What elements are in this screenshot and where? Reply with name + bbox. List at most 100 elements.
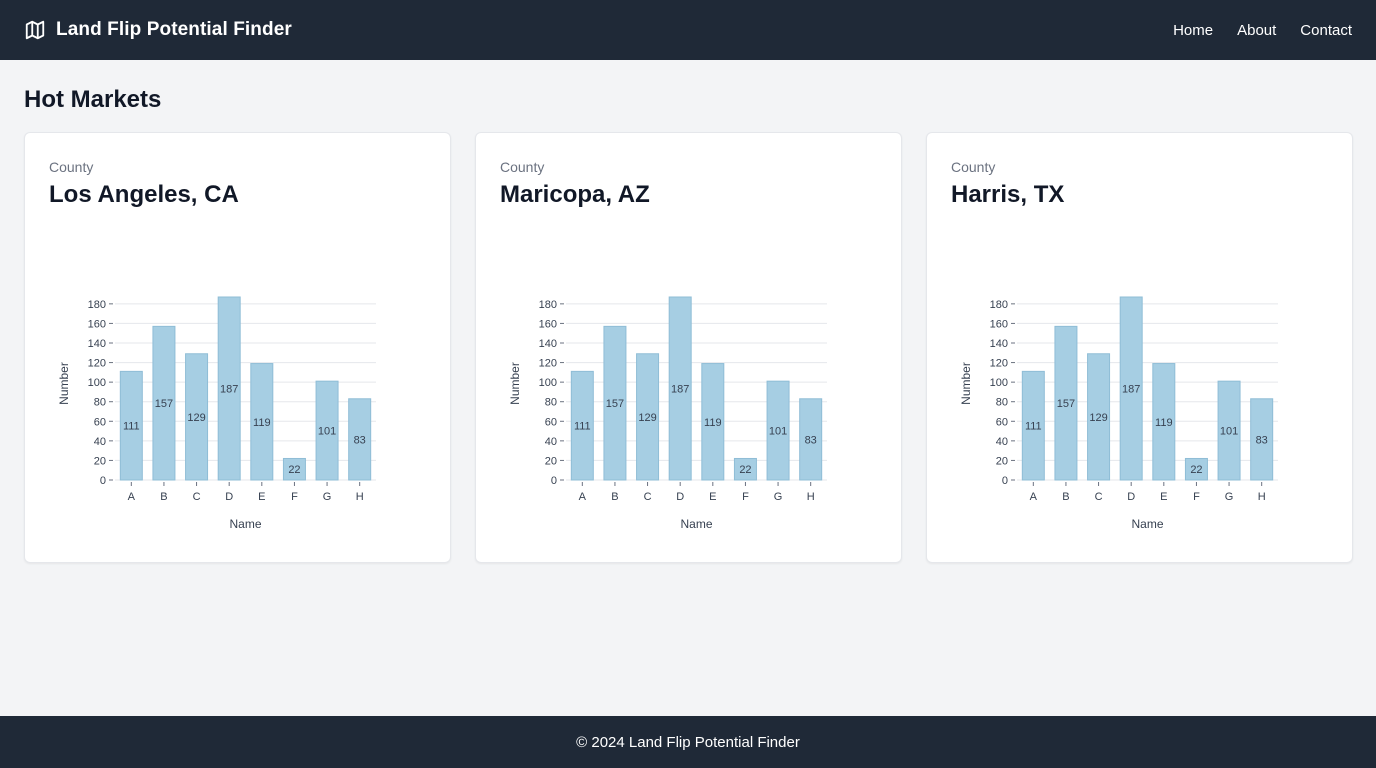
y-tick-label: 60 bbox=[545, 416, 557, 428]
bar-value-label: 157 bbox=[155, 398, 173, 410]
bar-chart: 0 20 40 60 80 100 120 140 160 180 111 A 157 B 129 C 187 D… bbox=[959, 296, 1278, 531]
bar-value-label: 101 bbox=[318, 426, 336, 438]
bar-value-label: 187 bbox=[220, 384, 238, 396]
x-tick-label: H bbox=[356, 491, 364, 503]
bar-value-label: 101 bbox=[769, 426, 787, 438]
y-tick-label: 20 bbox=[996, 455, 1008, 467]
y-tick-label: 80 bbox=[94, 397, 106, 409]
bar-value-label: 22 bbox=[1190, 464, 1202, 476]
x-tick-label: G bbox=[323, 491, 332, 503]
x-tick-label: E bbox=[258, 491, 265, 503]
bar-value-label: 187 bbox=[1122, 384, 1140, 396]
x-tick-label: H bbox=[1258, 491, 1266, 503]
map-icon bbox=[24, 19, 46, 41]
y-tick-label: 160 bbox=[88, 318, 106, 330]
y-tick-label: 120 bbox=[88, 358, 106, 370]
x-tick-label: D bbox=[225, 491, 233, 503]
y-tick-label: 120 bbox=[539, 358, 557, 370]
bar-chart: 0 20 40 60 80 100 120 140 160 180 111 A 157 B 129 C 187 D… bbox=[57, 296, 376, 531]
y-tick-label: 60 bbox=[94, 416, 106, 428]
y-tick-label: 160 bbox=[990, 318, 1008, 330]
y-axis-title: Number bbox=[57, 362, 71, 405]
y-tick-label: 160 bbox=[539, 318, 557, 330]
x-tick-label: F bbox=[1193, 491, 1200, 503]
x-tick-label: H bbox=[807, 491, 815, 503]
x-tick-label: B bbox=[160, 491, 167, 503]
y-tick-label: 40 bbox=[545, 436, 557, 448]
y-tick-label: 80 bbox=[545, 397, 557, 409]
y-tick-label: 0 bbox=[1002, 475, 1008, 487]
bar-value-label: 22 bbox=[288, 464, 300, 476]
nav-links: Home About Contact bbox=[1173, 22, 1352, 39]
y-tick-label: 40 bbox=[94, 436, 106, 448]
y-tick-label: 100 bbox=[88, 377, 106, 389]
x-tick-label: C bbox=[644, 491, 652, 503]
x-tick-label: D bbox=[676, 491, 684, 503]
x-axis-title: Name bbox=[680, 517, 712, 531]
bar-value-label: 101 bbox=[1220, 426, 1238, 438]
card-title: Maricopa, AZ bbox=[500, 181, 650, 208]
x-tick-label: B bbox=[611, 491, 618, 503]
top-navbar: Land Flip Potential Finder Home About Co… bbox=[0, 0, 1376, 60]
page-title: Hot Markets bbox=[24, 86, 162, 113]
y-tick-label: 100 bbox=[990, 377, 1008, 389]
market-cards: County Los Angeles, CA 0 20 40 60 80 100 120 14… bbox=[24, 132, 1353, 563]
bar-value-label: 129 bbox=[1089, 412, 1107, 424]
brand[interactable]: Land Flip Potential Finder bbox=[24, 19, 292, 41]
nav-link-contact[interactable]: Contact bbox=[1300, 22, 1352, 39]
bar-value-label: 187 bbox=[671, 384, 689, 396]
x-tick-label: C bbox=[193, 491, 201, 503]
y-tick-label: 80 bbox=[996, 397, 1008, 409]
x-tick-label: A bbox=[128, 491, 136, 503]
y-axis-title: Number bbox=[959, 362, 973, 405]
bar-value-label: 119 bbox=[1155, 417, 1173, 429]
bar-value-label: 129 bbox=[638, 412, 656, 424]
y-tick-label: 100 bbox=[539, 377, 557, 389]
x-tick-label: A bbox=[579, 491, 587, 503]
x-tick-label: B bbox=[1062, 491, 1069, 503]
y-tick-label: 180 bbox=[88, 299, 106, 311]
y-tick-label: 20 bbox=[94, 455, 106, 467]
bar-value-label: 129 bbox=[187, 412, 205, 424]
y-tick-label: 0 bbox=[551, 475, 557, 487]
market-card: County Maricopa, AZ 0 20 40 60 80 100 120 140 16… bbox=[475, 132, 902, 563]
card-title: Los Angeles, CA bbox=[49, 181, 239, 208]
bar-value-label: 157 bbox=[606, 398, 624, 410]
bar-value-label: 119 bbox=[704, 417, 722, 429]
bar-value-label: 111 bbox=[574, 421, 591, 433]
x-axis-title: Name bbox=[1131, 517, 1163, 531]
x-axis-title: Name bbox=[229, 517, 261, 531]
x-tick-label: E bbox=[1160, 491, 1167, 503]
y-tick-label: 180 bbox=[539, 299, 557, 311]
bar-value-label: 83 bbox=[354, 434, 366, 446]
bar-value-label: 111 bbox=[1025, 421, 1042, 433]
card-kicker: County bbox=[49, 159, 94, 175]
y-tick-label: 180 bbox=[990, 299, 1008, 311]
x-tick-label: G bbox=[774, 491, 783, 503]
x-tick-label: F bbox=[742, 491, 749, 503]
y-tick-label: 120 bbox=[990, 358, 1008, 370]
market-card: County Harris, TX 0 20 40 60 80 100 120 140 160 1… bbox=[926, 132, 1353, 563]
card-title: Harris, TX bbox=[951, 181, 1065, 208]
bar-value-label: 22 bbox=[739, 464, 751, 476]
app-title: Land Flip Potential Finder bbox=[56, 19, 292, 40]
x-tick-label: E bbox=[709, 491, 716, 503]
x-tick-label: F bbox=[291, 491, 298, 503]
bar-chart: 0 20 40 60 80 100 120 140 160 180 111 A 157 B 129 C 187 D… bbox=[508, 296, 827, 531]
x-tick-label: G bbox=[1225, 491, 1234, 503]
x-tick-label: A bbox=[1030, 491, 1038, 503]
card-kicker: County bbox=[500, 159, 545, 175]
y-tick-label: 60 bbox=[996, 416, 1008, 428]
y-axis-title: Number bbox=[508, 362, 522, 405]
nav-link-about[interactable]: About bbox=[1237, 22, 1276, 39]
bar-value-label: 111 bbox=[123, 421, 140, 433]
bar-value-label: 157 bbox=[1057, 398, 1075, 410]
bar-value-label: 119 bbox=[253, 417, 271, 429]
x-tick-label: C bbox=[1095, 491, 1103, 503]
footer-text: © 2024 Land Flip Potential Finder bbox=[576, 733, 800, 751]
y-tick-label: 0 bbox=[100, 475, 106, 487]
y-tick-label: 20 bbox=[545, 455, 557, 467]
nav-link-home[interactable]: Home bbox=[1173, 22, 1213, 39]
bar-value-label: 83 bbox=[805, 434, 817, 446]
bar-value-label: 83 bbox=[1256, 434, 1268, 446]
